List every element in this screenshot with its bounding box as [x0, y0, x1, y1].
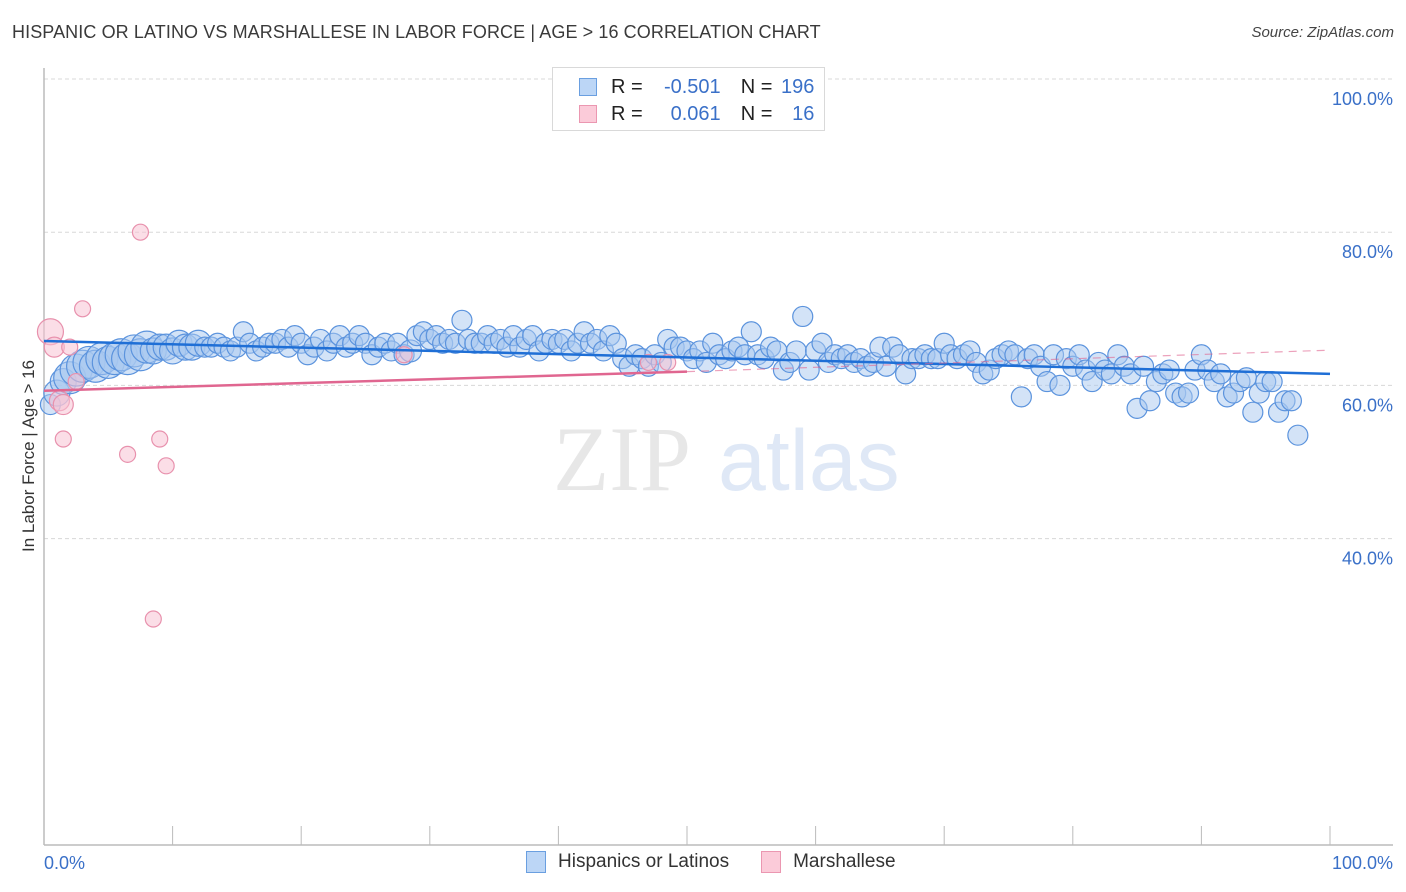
legend-item-hispanics[interactable]: Hispanics or Latinos [526, 851, 729, 873]
data-point [131, 223, 150, 241]
data-point [1049, 374, 1071, 396]
legend-r-label: R = [611, 102, 643, 125]
trend-line-marshallese [43, 370, 688, 393]
legend-item-marshallese[interactable]: Marshallese [761, 851, 896, 873]
data-point [785, 340, 807, 362]
y-tick-label: 40.0% [1342, 549, 1393, 569]
y-axis-title: In Labor Force | Age > 16 [19, 360, 38, 552]
data-point [73, 300, 92, 318]
y-tick-label: 100.0% [1332, 89, 1393, 109]
data-point [1139, 390, 1161, 412]
data-point [151, 430, 169, 448]
data-point [1280, 390, 1303, 412]
data-point [144, 610, 162, 628]
legend-n-value: 16 [792, 102, 815, 125]
data-point [792, 305, 814, 328]
data-point [1010, 386, 1032, 408]
watermark: ZIP atlas [553, 408, 900, 510]
legend-label: Hispanics or Latinos [558, 851, 730, 872]
legend-row-marshallese: R = 0.061 N = 16 [579, 101, 814, 127]
data-point [740, 321, 762, 343]
series-legend: Hispanics or Latinos Marshallese [526, 851, 928, 873]
data-point [118, 445, 137, 463]
y-tick-labels: 40.0% 60.0% 80.0% 100.0% [1332, 89, 1393, 569]
data-point [157, 457, 175, 475]
legend-n-label: N = [740, 102, 773, 125]
data-point [54, 430, 72, 448]
x-tick-label-min: 0.0% [44, 853, 85, 873]
data-point [451, 309, 473, 331]
scatter-chart: ZIP atlas 40.0% 60.0% 80.0% 100.0% 0.0% 100… [19, 68, 1393, 873]
y-tick-label: 60.0% [1342, 395, 1393, 415]
legend-n-label: N = [740, 75, 773, 98]
legend-r-label: R = [611, 75, 643, 98]
watermark-zip: ZIP [553, 408, 691, 510]
legend-r-value: 0.061 [670, 102, 721, 125]
data-point [798, 359, 820, 381]
correlation-legend: R = -0.501 N = 196 R = 0.061 N = 16 [552, 67, 825, 131]
data-point [52, 393, 74, 416]
data-point [67, 372, 85, 391]
legend-swatch-blue [579, 78, 597, 96]
legend-n-value: 196 [781, 75, 815, 98]
data-point [1242, 401, 1264, 423]
legend-swatch-pink [761, 851, 782, 873]
legend-label: Marshallese [793, 851, 896, 872]
data-point [1261, 370, 1283, 393]
data-point [1177, 382, 1200, 404]
data-point [1287, 424, 1309, 446]
y-tick-label: 80.0% [1342, 242, 1393, 262]
legend-swatch-pink [579, 105, 597, 123]
legend-row-hispanics: R = -0.501 N = 196 [579, 74, 814, 100]
watermark-atlas: atlas [718, 413, 900, 509]
data-point [1210, 363, 1232, 385]
legend-swatch-blue [526, 851, 546, 873]
legend-r-value: -0.501 [663, 75, 721, 98]
x-tick-label-max: 100.0% [1332, 853, 1393, 873]
